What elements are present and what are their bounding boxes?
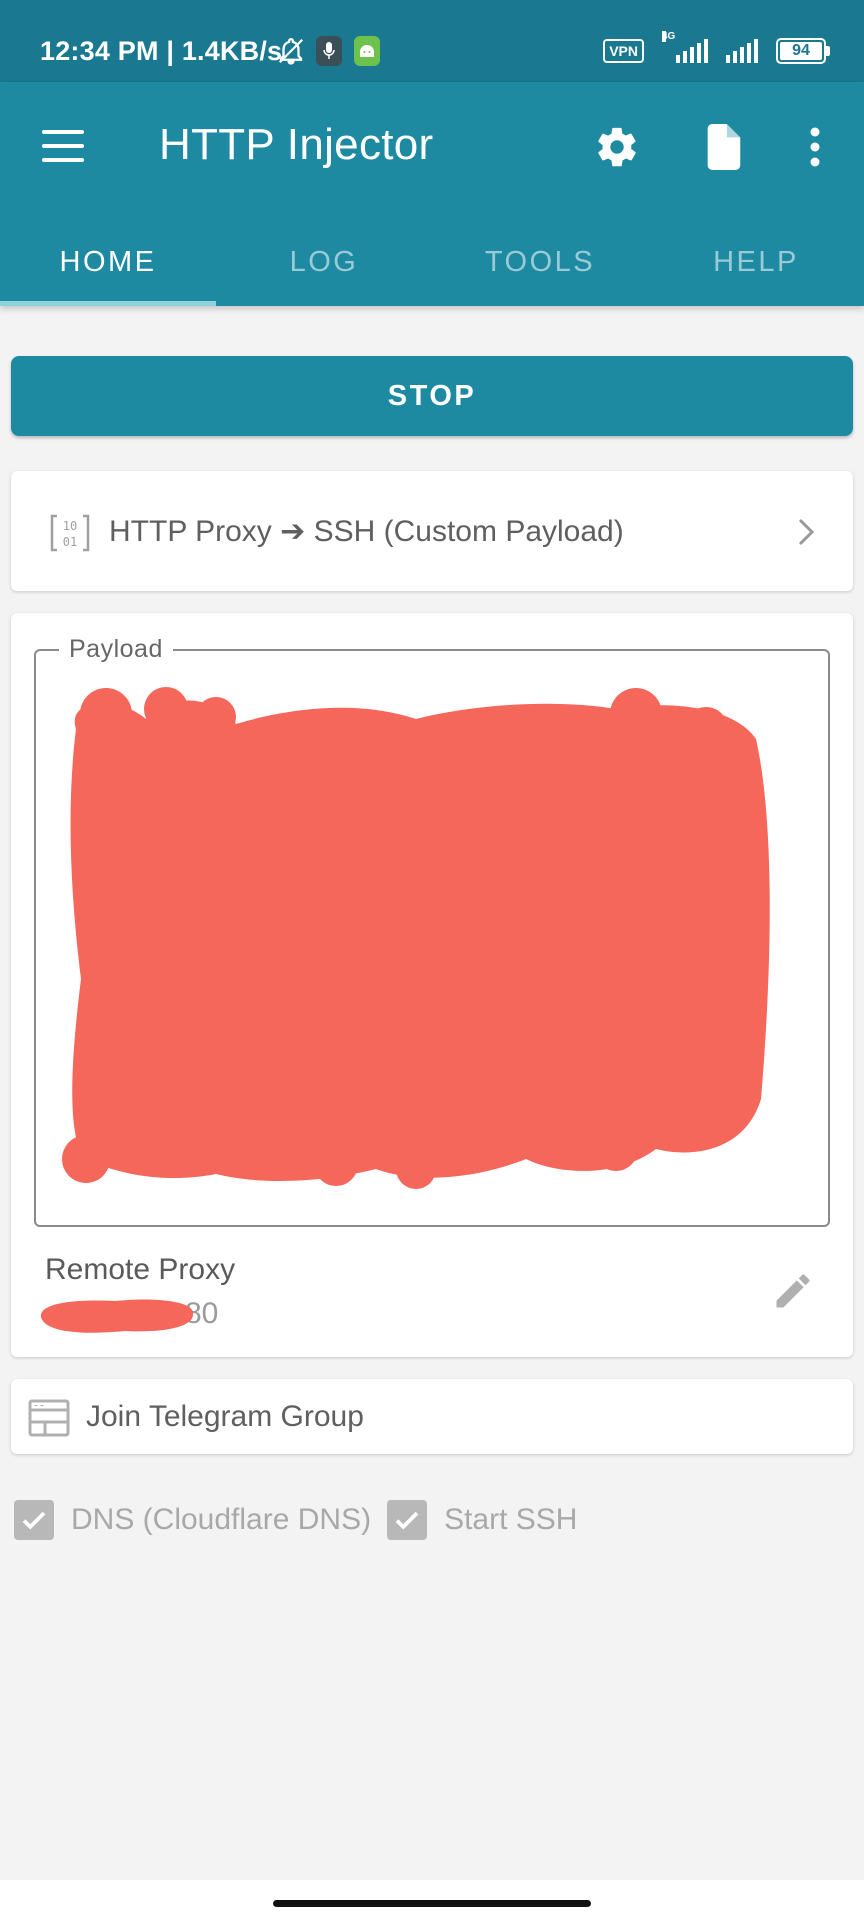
join-telegram-label: Join Telegram Group [86,1400,364,1433]
file-icon[interactable] [698,122,748,172]
tunnel-mode-selector[interactable]: 10 01 HTTP Proxy ➔ SSH (Custom Payload) [11,471,853,591]
payload-card: Payload Remote Proxy 80 [11,613,853,1357]
svg-text:10: 10 [63,519,77,533]
join-telegram-button[interactable]: Join Telegram Group [11,1379,853,1454]
tab-help[interactable]: HELP [648,222,864,306]
tab-indicator [0,301,216,306]
bell-off-icon [276,36,306,66]
stop-button[interactable]: STOP [11,356,853,436]
system-nav-bar [0,1880,864,1920]
dns-checkbox[interactable]: DNS (Cloudflare DNS) [14,1500,371,1540]
status-time-speed: 12:34 PM | 1.4KB/s [40,36,283,66]
start-ssh-checkbox-label: Start SSH [444,1503,578,1536]
status-bar: 12:34 PM | 1.4KB/s VPN 4G 94 [0,0,864,82]
web-layout-icon [27,1398,71,1438]
edit-pencil-icon[interactable] [771,1269,815,1313]
start-ssh-checkbox[interactable]: Start SSH [387,1500,577,1540]
checkmark-icon [387,1500,428,1540]
checkmark-icon [14,1500,54,1540]
binary-icon: 10 01 [49,513,91,553]
signal-4g-icon: 4G [662,31,708,63]
signal-icon [726,39,758,63]
tab-log[interactable]: LOG [216,222,432,306]
remote-proxy-value: 80 [35,1295,235,1335]
redaction-scribble [62,687,770,1189]
mic-notification-icon [316,36,342,66]
android-notification-icon [354,36,380,66]
home-gesture-bar[interactable] [273,1900,591,1907]
tab-tools[interactable]: TOOLS [432,222,648,306]
app-bar: HTTP Injector HOME LOG TOOLS HELP [0,82,864,306]
dns-checkbox-label: DNS (Cloudflare DNS) [71,1503,372,1536]
vpn-badge: VPN [603,39,644,63]
chevron-right-icon [791,515,821,549]
battery-icon: 94 [776,38,830,64]
menu-icon[interactable] [42,130,84,162]
settings-icon[interactable] [592,122,642,172]
remote-proxy-label: Remote Proxy [45,1253,236,1286]
payload-label: Payload [59,635,173,664]
battery-level: 94 [780,42,822,60]
svg-text:01: 01 [63,535,77,549]
payload-textarea[interactable]: Payload [34,635,830,1227]
tab-home[interactable]: HOME [0,222,216,306]
options-checkboxes: DNS (Cloudflare DNS) Start SSH [14,1498,593,1542]
redaction-scribble [40,1299,194,1333]
app-title: HTTP Injector [159,120,434,169]
tab-bar: HOME LOG TOOLS HELP [0,222,864,306]
more-vert-icon[interactable] [790,122,840,172]
tunnel-mode-label: HTTP Proxy ➔ SSH (Custom Payload) [109,515,624,548]
